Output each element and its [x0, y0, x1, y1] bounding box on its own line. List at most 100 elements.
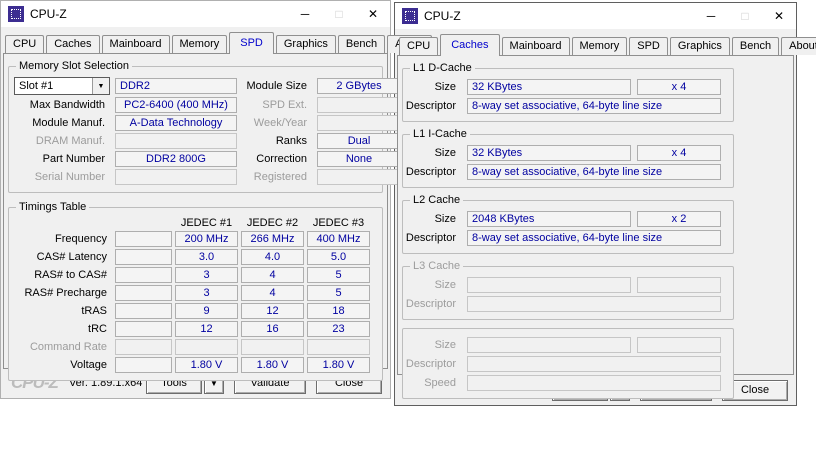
field-voltage-jedec3: 1.80 V [307, 357, 370, 373]
spd-tab-page: Memory Slot Selection Slot #1 ▼ DDR2 Mod… [3, 53, 401, 381]
label-size: Size [434, 213, 456, 225]
label-serial-number: Serial Number [34, 171, 105, 183]
field-commandrate-jedec2 [241, 339, 304, 355]
tab-memory[interactable]: Memory [171, 35, 228, 53]
label-descriptor: Descriptor [405, 166, 456, 178]
field-l1d-size: 32 KBytes [467, 79, 631, 95]
label-speed: Speed [424, 377, 456, 389]
field-frequency-jedec2: 266 MHz [241, 231, 304, 247]
label-size: Size [434, 81, 456, 93]
cpuz-app-icon [8, 6, 24, 22]
field-l3-count [637, 277, 721, 293]
row-label-trc: tRC [88, 323, 107, 335]
slot-select[interactable]: Slot #1 ▼ [14, 77, 110, 95]
l1-dcache-group: L1 D-Cache Size 32 KBytes x 4 Descriptor… [402, 62, 734, 122]
tab-cpu[interactable]: CPU [399, 37, 439, 55]
label-week-year: Week/Year [253, 117, 307, 129]
row-label-ras-to-cas: RAS# to CAS# [34, 269, 107, 281]
tab-bar: CPU Caches Mainboard Memory SPD Graphics… [399, 34, 816, 56]
row-label-frequency: Frequency [55, 233, 107, 245]
col-header-jedec1: JEDEC #1 [180, 217, 233, 229]
field-rasprecharge-current [115, 285, 172, 301]
label-descriptor: Descriptor [405, 232, 456, 244]
field-cas-jedec2: 4.0 [241, 249, 304, 265]
cpuz-window-caches: CPU-Z ─ □ ✕ CPU Caches Mainboard Memory … [394, 2, 816, 406]
field-l1i-descriptor: 8-way set associative, 64-byte line size [467, 164, 721, 180]
field-l2-size: 2048 KBytes [467, 211, 631, 227]
field-rasprecharge-jedec1: 3 [175, 285, 238, 301]
label-size: Size [434, 279, 456, 291]
field-module-size: 2 GBytes [317, 78, 401, 94]
label-ranks: Ranks [275, 135, 307, 147]
tab-caches[interactable]: Caches [46, 35, 100, 53]
field-extra-descriptor [467, 356, 721, 372]
group-label: L1 I-Cache [410, 128, 470, 140]
titlebar[interactable]: CPU-Z ─ □ ✕ [395, 3, 796, 29]
tab-bench[interactable]: Bench [731, 37, 780, 55]
label-descriptor: Descriptor [405, 100, 456, 112]
tab-graphics[interactable]: Graphics [669, 37, 730, 55]
label-module-size: Module Size [246, 80, 307, 92]
tab-spd[interactable]: SPD [629, 37, 668, 55]
close-window-button[interactable]: ✕ [762, 3, 796, 29]
label-dram-manuf: DRAM Manuf. [35, 135, 105, 147]
field-extra-speed [467, 375, 721, 391]
tab-graphics[interactable]: Graphics [275, 35, 336, 53]
row-label-ras-precharge: RAS# Precharge [24, 287, 107, 299]
row-label-voltage: Voltage [70, 359, 107, 371]
col-header-jedec2: JEDEC #2 [246, 217, 299, 229]
tab-memory[interactable]: Memory [571, 37, 628, 55]
field-registered [317, 169, 401, 185]
field-commandrate-jedec1 [175, 339, 238, 355]
field-week-year [317, 115, 401, 131]
cpuz-app-icon [402, 8, 418, 24]
col-header-jedec3: JEDEC #3 [312, 217, 365, 229]
label-max-bandwidth: Max Bandwidth [29, 99, 105, 111]
field-tras-jedec2: 12 [241, 303, 304, 319]
field-frequency-jedec1: 200 MHz [175, 231, 238, 247]
field-trc-jedec2: 16 [241, 321, 304, 337]
field-rastocas-jedec3: 5 [307, 267, 370, 283]
l2-cache-group: L2 Cache Size 2048 KBytes x 2 Descriptor… [402, 194, 734, 254]
field-frequency-jedec3: 400 MHz [307, 231, 370, 247]
window-title: CPU-Z [424, 9, 461, 23]
group-label: L2 Cache [410, 194, 464, 206]
titlebar[interactable]: CPU-Z ─ □ ✕ [1, 1, 390, 27]
field-correction: None [317, 151, 401, 167]
tab-about[interactable]: About [781, 37, 816, 55]
l3-cache-group: L3 Cache Size Descriptor [402, 260, 734, 320]
field-trc-jedec1: 12 [175, 321, 238, 337]
chevron-down-icon[interactable]: ▼ [92, 78, 109, 94]
field-part-number: DDR2 800G [115, 151, 237, 167]
minimize-button[interactable]: ─ [288, 1, 322, 27]
maximize-button: □ [741, 9, 749, 23]
field-rastocas-jedec2: 4 [241, 267, 304, 283]
row-label-tras: tRAS [81, 305, 107, 317]
tab-mainboard[interactable]: Mainboard [501, 37, 570, 55]
field-l1i-count: x 4 [637, 145, 721, 161]
label-registered: Registered [253, 171, 307, 183]
tab-mainboard[interactable]: Mainboard [101, 35, 170, 53]
label-descriptor: Descriptor [405, 358, 456, 370]
field-l3-size [467, 277, 631, 293]
tab-bench[interactable]: Bench [337, 35, 386, 53]
field-voltage-jedec1: 1.80 V [175, 357, 238, 373]
memory-slot-selection-group: Memory Slot Selection Slot #1 ▼ DDR2 Mod… [8, 60, 401, 193]
group-label: Timings Table [16, 201, 90, 213]
field-commandrate-current [115, 339, 172, 355]
close-window-button[interactable]: ✕ [356, 1, 390, 27]
minimize-button[interactable]: ─ [694, 3, 728, 29]
field-voltage-jedec2: 1.80 V [241, 357, 304, 373]
field-l1d-descriptor: 8-way set associative, 64-byte line size [467, 98, 721, 114]
l1-icache-group: L1 I-Cache Size 32 KBytes x 4 Descriptor… [402, 128, 734, 188]
field-rasprecharge-jedec2: 4 [241, 285, 304, 301]
tab-caches[interactable]: Caches [440, 34, 500, 56]
field-extra-count [637, 337, 721, 353]
tab-spd[interactable]: SPD [229, 32, 274, 54]
row-label-command-rate: Command Rate [29, 341, 107, 353]
tab-cpu[interactable]: CPU [5, 35, 45, 53]
field-tras-jedec3: 18 [307, 303, 370, 319]
label-spd-ext: SPD Ext. [262, 99, 307, 111]
field-cas-jedec1: 3.0 [175, 249, 238, 265]
field-trc-jedec3: 23 [307, 321, 370, 337]
